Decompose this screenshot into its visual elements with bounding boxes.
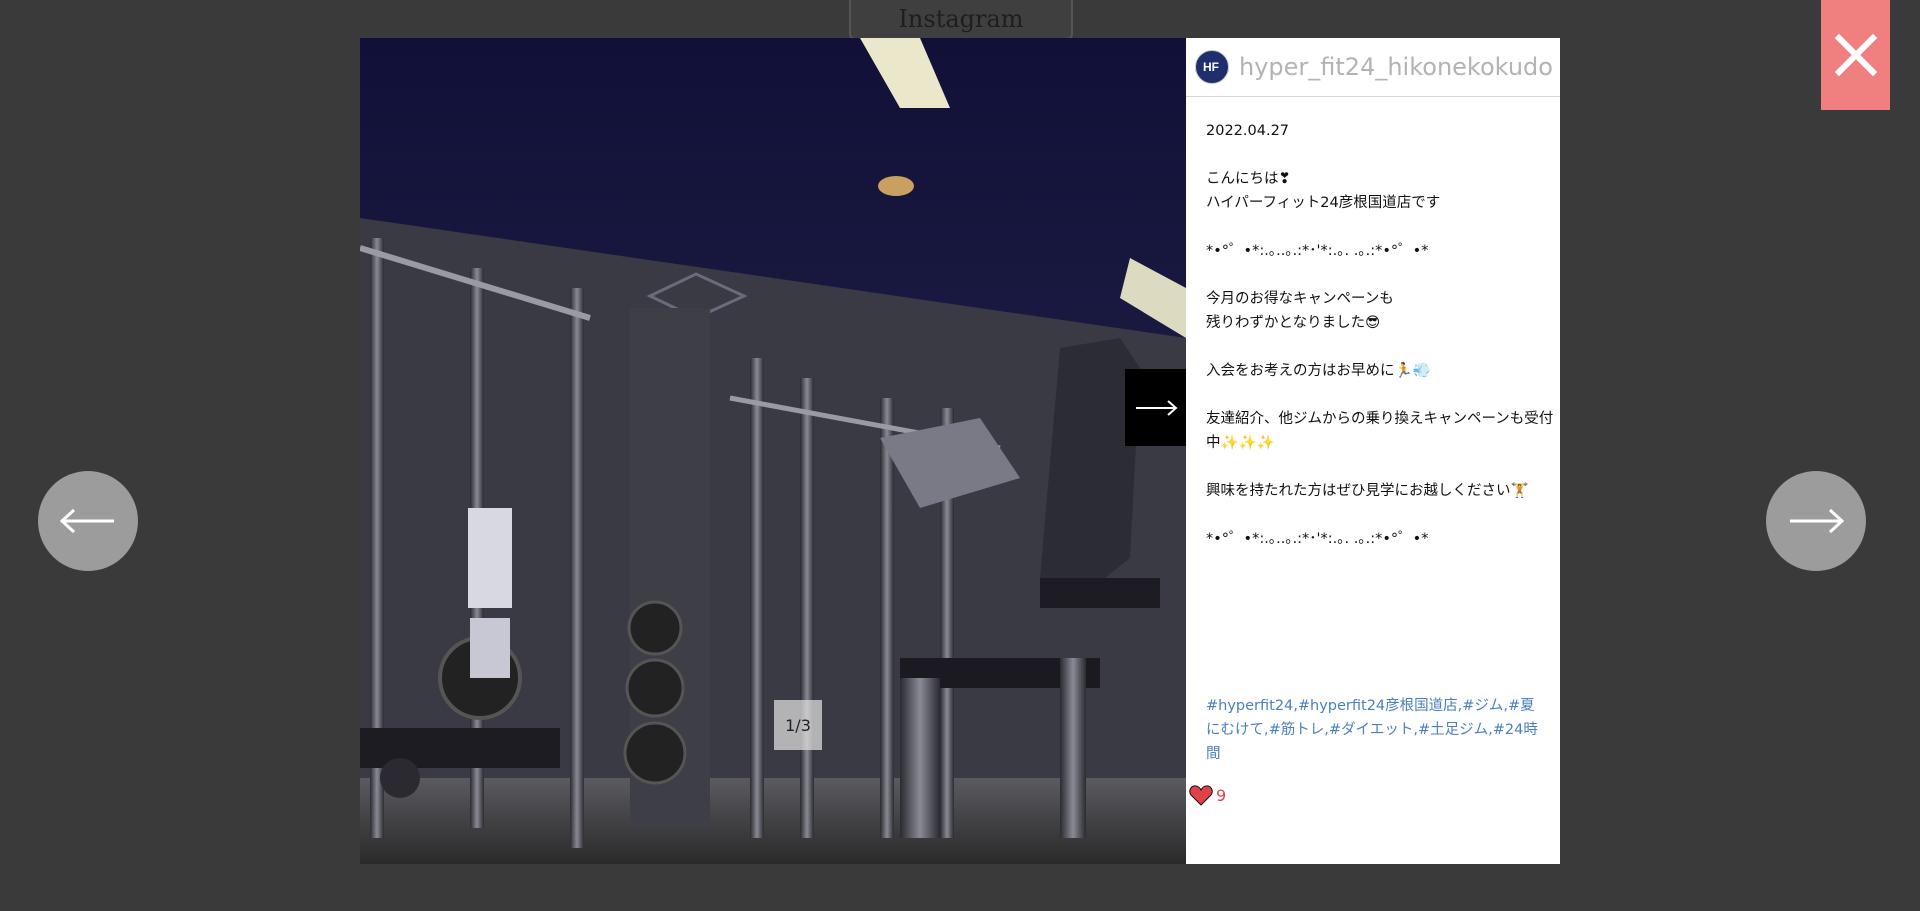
caption-line: *•°゜•*:.｡..｡.:*･'*:.｡. .｡.:*•°゜•* [1206,531,1429,547]
like-count[interactable]: 9 [1189,784,1226,806]
caption-line: 2022.04.27 [1206,123,1290,139]
caption-line [1206,335,1540,359]
hyperfit-logo-icon: HF [1203,60,1219,74]
caption-line: 友達紹介、他ジムからの乗り換えキャンペーンも受付 [1206,411,1554,427]
hashtags[interactable]: #hyperfit24,#hyperfit24彦根国道店,#ジム,#夏にむけて,… [1206,694,1541,766]
arrow-right-icon [1790,508,1845,534]
arrow-right-icon [1135,399,1178,416]
gym-photo-image [360,38,1186,864]
next-slide-button[interactable] [1125,369,1186,446]
username[interactable]: hyper_fit24_hikonekokudo [1239,53,1553,81]
caption-line [1206,383,1540,407]
slide-counter: 1/3 [774,700,822,750]
like-count-value: 9 [1216,785,1227,805]
caption-line: 今月のお得なキャンペーンも [1206,291,1394,307]
caption-line: ハイパーフィット24彦根国道店です [1206,195,1441,211]
post-caption: 2022.04.27 こんにちは❣ ハイパーフィット24彦根国道店です *•°゜•*:… [1186,97,1560,551]
close-button[interactable] [1821,0,1890,110]
caption-line [1206,263,1540,287]
svg-text:HF: HF [1203,60,1219,74]
post-photo: 1/3 [360,38,1186,864]
caption-line: こんにちは❣ [1206,171,1291,187]
instagram-post-modal: 1/3 HF hyper_fit24_hikonekokudo 2022.04.… [360,38,1560,864]
caption-line [1206,455,1540,479]
caption-line [1206,503,1540,527]
post-detail-panel: HF hyper_fit24_hikonekokudo 2022.04.27 こん… [1186,38,1560,864]
caption-line: 入会をお考えの方はお早めに🏃💨 [1206,363,1431,379]
post-header: HF hyper_fit24_hikonekokudo [1186,38,1560,97]
previous-post-button[interactable] [38,471,138,571]
close-icon [1834,33,1877,77]
background-page-title: Instagram [849,0,1073,40]
avatar[interactable]: HF [1195,50,1229,84]
caption-line: 興味を持たれた方はぜひ見学にお越しください🏋 [1206,483,1529,499]
caption-line [1206,215,1540,239]
caption-line: 残りわずかとなりました😎 [1206,315,1381,331]
caption-line [1206,143,1540,167]
heart-icon [1189,785,1213,806]
arrow-left-icon [59,508,114,534]
next-post-button[interactable] [1766,471,1866,571]
caption-line: 中✨✨✨ [1206,435,1275,451]
caption-line: *•°゜•*:.｡..｡.:*･'*:.｡. .｡.:*•°゜•* [1206,243,1429,259]
